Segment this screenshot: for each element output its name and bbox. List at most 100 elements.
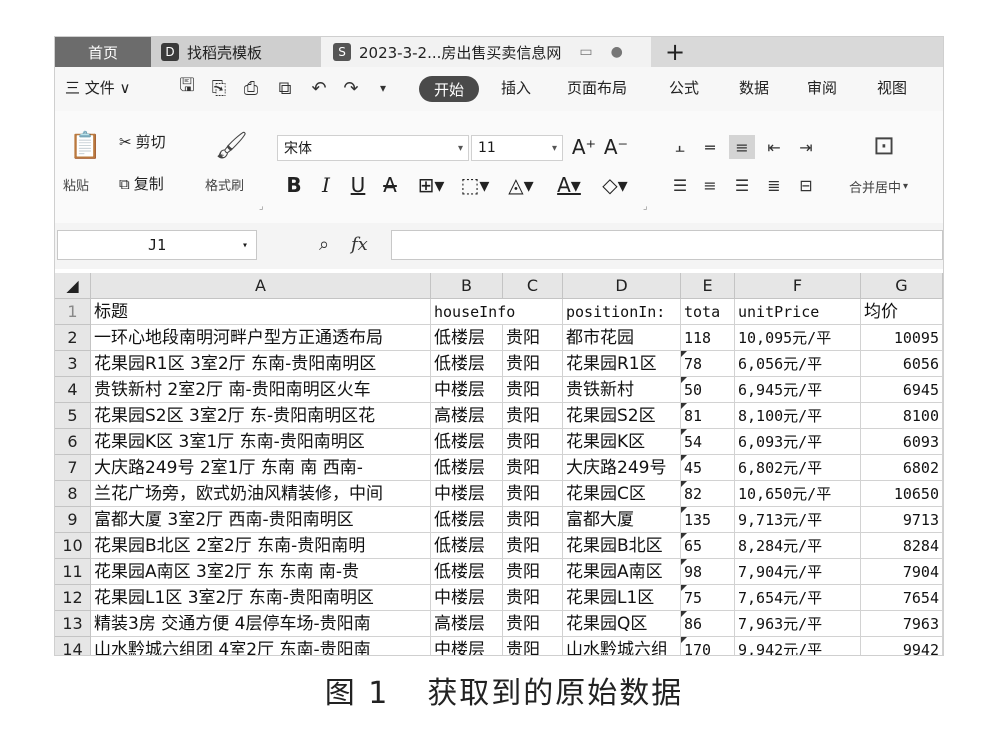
table-cell[interactable]: 富都大厦 3室2厅 西南-贵阳南明区 — [91, 507, 431, 533]
table-cell[interactable]: 贵阳 — [503, 559, 563, 585]
tab-dot-icon[interactable]: ● — [611, 44, 623, 60]
increase-indent-icon[interactable]: ⇥ — [793, 135, 819, 159]
column-header-c[interactable]: C — [503, 273, 563, 299]
table-cell[interactable]: 花果园A南区 — [563, 559, 681, 585]
header-cell[interactable]: 均价 — [861, 299, 943, 325]
merge-center-button[interactable]: 合并居中 ▾ — [849, 177, 908, 196]
decrease-font-icon[interactable]: A⁻ — [603, 133, 629, 161]
table-cell[interactable]: 花果园K区 — [563, 429, 681, 455]
table-cell[interactable]: 贵阳 — [503, 351, 563, 377]
table-cell[interactable]: 6,093元/平 — [735, 429, 861, 455]
table-cell[interactable]: 大庆路249号 2室1厅 东南 南 西南- — [91, 455, 431, 481]
table-cell[interactable]: 135 — [681, 507, 735, 533]
table-cell[interactable]: 45 — [681, 455, 735, 481]
table-cell[interactable]: 82 — [681, 481, 735, 507]
row-header[interactable]: 5 — [55, 403, 91, 429]
table-cell[interactable]: 86 — [681, 611, 735, 637]
header-cell[interactable]: positionIn: — [563, 299, 681, 325]
column-header-g[interactable]: G — [861, 273, 943, 299]
table-cell[interactable]: 6,056元/平 — [735, 351, 861, 377]
align-center-icon[interactable]: ≡ — [697, 173, 723, 197]
clear-format-icon[interactable]: ◇▾ — [595, 171, 635, 199]
table-cell[interactable]: 8,100元/平 — [735, 403, 861, 429]
tab-view[interactable]: 视图 — [877, 77, 907, 98]
table-cell[interactable]: 贵铁新村 — [563, 377, 681, 403]
decrease-indent-icon[interactable]: ⇤ — [761, 135, 787, 159]
header-cell[interactable]: 标题 — [91, 299, 431, 325]
distribute-icon[interactable]: ⊟ — [793, 173, 819, 197]
table-cell[interactable]: 7963 — [861, 611, 943, 637]
bold-icon[interactable]: B — [281, 171, 307, 199]
row-header[interactable]: 14 — [55, 637, 91, 655]
table-cell[interactable]: 高楼层 — [431, 403, 503, 429]
table-cell[interactable]: 山水黔城六组 — [563, 637, 681, 655]
table-cell[interactable]: 170 — [681, 637, 735, 655]
align-left-icon[interactable]: ☰ — [667, 173, 693, 197]
table-cell[interactable]: 贵阳 — [503, 533, 563, 559]
table-cell[interactable]: 9,713元/平 — [735, 507, 861, 533]
table-cell[interactable]: 中楼层 — [431, 585, 503, 611]
fill-color-icon[interactable]: ◬▾ — [501, 171, 541, 199]
tab-formula[interactable]: 公式 — [669, 77, 699, 98]
table-cell[interactable]: 贵阳 — [503, 611, 563, 637]
tab-document[interactable]: S 2023-3-2...房出售买卖信息网 ▭ ● — [321, 37, 651, 67]
table-cell[interactable]: 10095 — [861, 325, 943, 351]
increase-font-icon[interactable]: A⁺ — [571, 133, 597, 161]
export-icon[interactable]: ⎘ — [205, 76, 233, 100]
table-cell[interactable]: 10,650元/平 — [735, 481, 861, 507]
search-icon[interactable]: ⌕ — [319, 234, 329, 255]
cut-button[interactable]: ✂ 剪切 — [119, 131, 166, 152]
row-header[interactable]: 2 — [55, 325, 91, 351]
font-name-select[interactable]: 宋体 ▾ — [277, 135, 469, 161]
row-header[interactable]: 7 — [55, 455, 91, 481]
font-size-select[interactable]: 11 ▾ — [471, 135, 563, 161]
tab-home[interactable]: 首页 — [55, 37, 151, 67]
header-cell[interactable]: unitPrice — [735, 299, 861, 325]
table-cell[interactable]: 81 — [681, 403, 735, 429]
new-tab-button[interactable]: + — [655, 37, 695, 67]
table-cell[interactable]: 6056 — [861, 351, 943, 377]
align-bottom-icon[interactable]: ≡ — [729, 135, 755, 159]
select-all-corner[interactable]: ◢ — [55, 273, 91, 299]
table-cell[interactable]: 54 — [681, 429, 735, 455]
tab-template[interactable]: D 找稻壳模板 — [151, 37, 321, 67]
table-cell[interactable]: 118 — [681, 325, 735, 351]
table-cell[interactable]: 贵阳 — [503, 325, 563, 351]
table-cell[interactable]: 都市花园 — [563, 325, 681, 351]
align-middle-icon[interactable]: ═ — [697, 135, 723, 159]
table-cell[interactable]: 贵阳 — [503, 377, 563, 403]
table-cell[interactable]: 8284 — [861, 533, 943, 559]
table-cell[interactable]: 8,284元/平 — [735, 533, 861, 559]
table-cell[interactable]: 7904 — [861, 559, 943, 585]
table-cell[interactable]: 花果园S2区 3室2厅 东-贵阳南明区花 — [91, 403, 431, 429]
table-cell[interactable]: 中楼层 — [431, 481, 503, 507]
border-icon[interactable]: ⊞▾ — [411, 171, 451, 199]
table-cell[interactable]: 低楼层 — [431, 559, 503, 585]
table-cell[interactable]: 10,095元/平 — [735, 325, 861, 351]
table-cell[interactable]: 花果园Q区 — [563, 611, 681, 637]
table-cell[interactable]: 花果园K区 3室1厅 东南-贵阳南明区 — [91, 429, 431, 455]
formula-input[interactable] — [391, 230, 943, 260]
column-header-b[interactable]: B — [431, 273, 503, 299]
file-menu[interactable]: 三 文件 ∨ — [65, 77, 131, 98]
table-cell[interactable]: 贵阳 — [503, 403, 563, 429]
align-right-icon[interactable]: ☰ — [729, 173, 755, 197]
table-cell[interactable]: 7,654元/平 — [735, 585, 861, 611]
tab-review[interactable]: 审阅 — [807, 77, 837, 98]
paste-icon[interactable]: 📋 — [69, 131, 101, 161]
table-cell[interactable]: 贵铁新村 2室2厅 南-贵阳南明区火车 — [91, 377, 431, 403]
redo-icon[interactable]: ↷ — [337, 76, 365, 100]
tab-home-ribbon[interactable]: 开始 — [419, 76, 479, 102]
quick-access-dropdown-icon[interactable]: ▾ — [369, 76, 397, 100]
copy-button[interactable]: ⧉ 复制 — [119, 173, 164, 194]
table-cell[interactable]: 6945 — [861, 377, 943, 403]
table-cell[interactable]: 98 — [681, 559, 735, 585]
table-cell[interactable]: 6,802元/平 — [735, 455, 861, 481]
table-cell[interactable]: 7654 — [861, 585, 943, 611]
table-cell[interactable]: 一环心地段南明河畔户型方正通透布局 — [91, 325, 431, 351]
table-cell[interactable]: 贵阳 — [503, 507, 563, 533]
justify-icon[interactable]: ≣ — [761, 173, 787, 197]
table-cell[interactable]: 低楼层 — [431, 325, 503, 351]
table-cell[interactable]: 9,942元/平 — [735, 637, 861, 655]
table-cell[interactable]: 贵阳 — [503, 481, 563, 507]
